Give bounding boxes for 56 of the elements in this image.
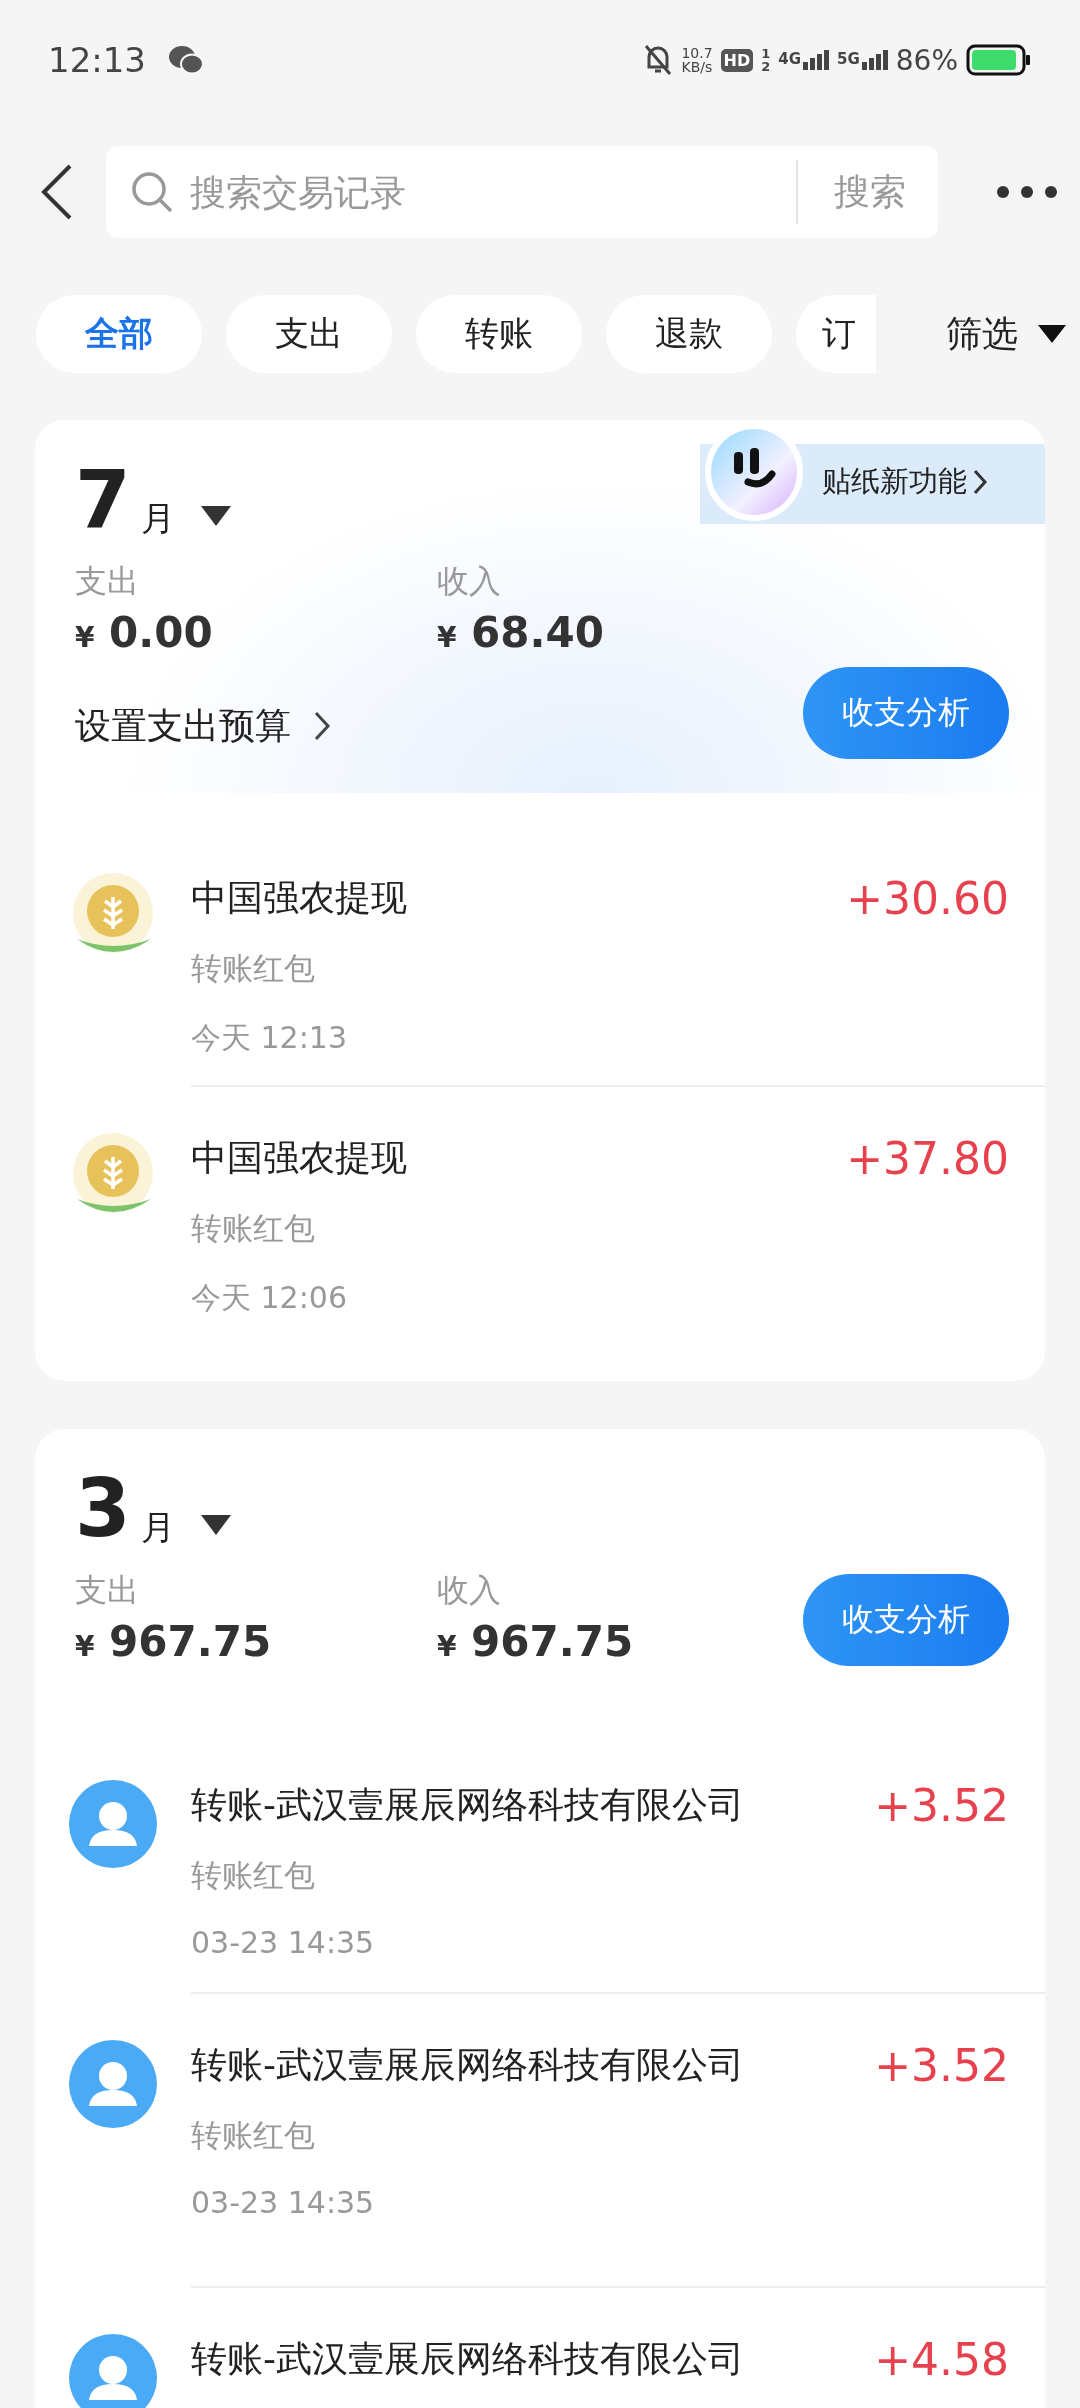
cellular-signal: 4G <box>778 50 829 70</box>
hd-badge: HD <box>720 48 754 72</box>
expense-amount: ¥ 967.75 <box>75 1617 273 1666</box>
income-amount: ¥ 967.75 <box>437 1617 635 1666</box>
transaction-title: 中国强农提现 <box>191 1136 407 1180</box>
filter-tab[interactable]: 退款 <box>606 295 772 373</box>
transaction-amount: +3.52 <box>874 2040 1009 2091</box>
back-icon[interactable] <box>40 163 74 221</box>
month-selector[interactable]: 3 月 <box>75 1469 231 1549</box>
expense-amount: ¥ 0.00 <box>75 608 214 657</box>
transaction-type: 转账红包 <box>191 1856 316 1895</box>
transaction-time: 今天 12:13 <box>191 1019 348 1057</box>
chevron-right-icon <box>313 710 331 742</box>
transaction-time: 03-23 14:35 <box>191 2185 376 2220</box>
transaction-amount: +4.58 <box>874 2334 1009 2385</box>
cellular-signal: 5G <box>837 50 888 70</box>
income-label: 收入 <box>437 1570 502 1611</box>
person-avatar-icon <box>69 1780 157 1868</box>
analysis-button[interactable]: 收支分析 <box>803 667 1009 759</box>
transaction-amount: +3.52 <box>874 1780 1009 1831</box>
budget-link[interactable]: 设置支出预算 <box>75 701 331 751</box>
transaction-time: 03-23 14:35 <box>191 1925 376 1960</box>
filter-tab[interactable]: 支出 <box>226 295 392 373</box>
filter-tab[interactable]: 订 <box>796 295 876 373</box>
bell-off-icon <box>643 43 674 77</box>
more-icon[interactable] <box>996 185 1058 199</box>
transaction-time: 今天 12:06 <box>191 1279 348 1317</box>
person-avatar-icon <box>69 2040 157 2128</box>
month-selector[interactable]: 7 月 <box>75 460 231 540</box>
caret-icon <box>1038 325 1066 343</box>
income-label: 收入 <box>437 561 502 602</box>
battery-icon <box>966 44 1032 76</box>
transaction-title: 转账-武汉壹展辰网络科技有限公司 <box>191 2043 744 2087</box>
network-speed: 10.7 KB/s <box>681 46 713 74</box>
analysis-button[interactable]: 收支分析 <box>803 1574 1009 1666</box>
income-amount: ¥ 68.40 <box>437 608 605 657</box>
caret-icon <box>200 1515 231 1535</box>
filter-tab[interactable]: 全部 <box>36 295 202 373</box>
search-icon <box>130 170 174 214</box>
transaction-title: 转账-武汉壹展辰网络科技有限公司 <box>191 1783 744 1827</box>
status-time: 12:13 <box>48 40 146 80</box>
transaction-amount: +30.60 <box>846 873 1009 924</box>
battery-percent: 86% <box>895 43 958 77</box>
transaction-type: 转账红包 <box>191 2116 316 2155</box>
transaction-title: 中国强农提现 <box>191 876 407 920</box>
chevron-right-icon <box>973 469 987 495</box>
transaction-type: 转账红包 <box>191 949 316 988</box>
expense-label: 支出 <box>75 561 140 602</box>
transaction-amount: +37.80 <box>846 1133 1009 1184</box>
transaction-type: 转账红包 <box>191 1209 316 1248</box>
transaction-title: 转账-武汉壹展辰网络科技有限公司 <box>191 2337 744 2381</box>
caret-icon <box>200 506 231 526</box>
expense-label: 支出 <box>75 1570 140 1611</box>
sim-slots: 1 2 <box>761 47 771 73</box>
filter-tab[interactable]: 转账 <box>416 295 582 373</box>
chat-bubbles-icon <box>168 44 204 76</box>
